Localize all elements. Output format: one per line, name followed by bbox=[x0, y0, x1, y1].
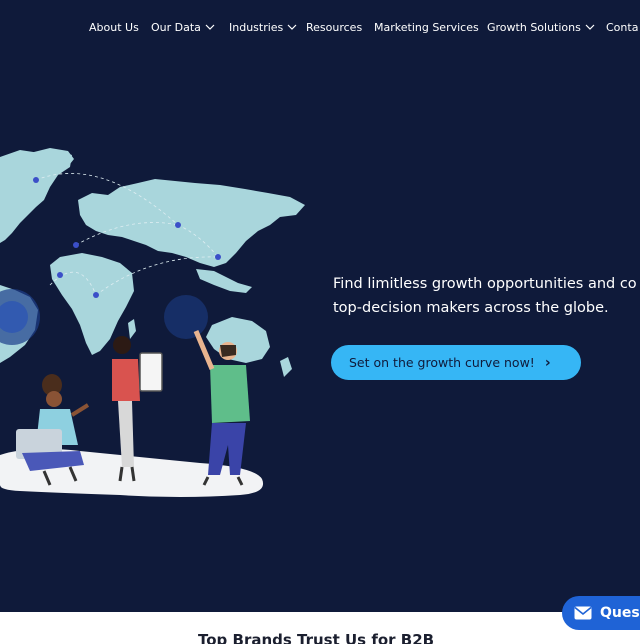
location-dot bbox=[93, 292, 99, 298]
location-dot bbox=[175, 222, 181, 228]
nav-item-marketing-services[interactable]: Marketing Services bbox=[374, 19, 479, 35]
chevron-down-icon bbox=[585, 24, 595, 30]
nav-item-contact[interactable]: Conta bbox=[606, 19, 638, 35]
map-madagascar bbox=[128, 319, 136, 339]
hotspot-glow bbox=[164, 295, 208, 339]
chat-label: Ques bbox=[600, 605, 640, 621]
top-nav: About Us Our Data Industries Resources M… bbox=[0, 0, 640, 54]
tagline-line: top-decision makers across the globe. bbox=[333, 300, 609, 316]
world-map-illustration bbox=[0, 148, 305, 497]
chevron-down-icon bbox=[205, 24, 215, 30]
tagline-line: Find limitless growth opportunities and … bbox=[333, 276, 637, 292]
section-title: Top Brands Trust Us for B2B bbox=[198, 632, 435, 644]
nav-label: Conta bbox=[606, 20, 639, 34]
nav-item-growth-solutions[interactable]: Growth Solutions bbox=[487, 19, 595, 35]
chat-widget-button[interactable]: Ques bbox=[562, 596, 640, 630]
nav-label: Marketing Services bbox=[374, 20, 479, 34]
location-dot bbox=[215, 254, 221, 260]
mail-icon bbox=[574, 606, 592, 620]
nav-label: Resources bbox=[306, 20, 363, 34]
map-eurasia bbox=[78, 179, 305, 267]
hero-tagline: Find limitless growth opportunities and … bbox=[333, 272, 640, 320]
cta-label: Set on the growth curve now! bbox=[349, 355, 535, 370]
hero-section: About Us Our Data Industries Resources M… bbox=[0, 0, 640, 612]
nav-label: Growth Solutions bbox=[487, 20, 581, 34]
map-new-zealand bbox=[280, 357, 292, 377]
location-dot bbox=[57, 272, 63, 278]
nav-item-about-us[interactable]: About Us bbox=[89, 19, 139, 35]
chevron-down-icon bbox=[287, 24, 297, 30]
location-dot bbox=[33, 177, 39, 183]
map-southeast-asia bbox=[196, 269, 252, 293]
cta-button[interactable]: Set on the growth curve now! › bbox=[331, 345, 581, 380]
nav-item-our-data[interactable]: Our Data bbox=[151, 19, 215, 35]
chevron-right-icon: › bbox=[544, 354, 551, 371]
map-australia bbox=[206, 317, 270, 363]
nav-label: Industries bbox=[229, 20, 284, 34]
nav-label: Our Data bbox=[151, 20, 201, 34]
nav-item-resources[interactable]: Resources bbox=[306, 19, 362, 35]
nav-item-industries[interactable]: Industries bbox=[229, 19, 297, 35]
nav-label: About Us bbox=[89, 20, 139, 34]
location-dot bbox=[73, 242, 79, 248]
